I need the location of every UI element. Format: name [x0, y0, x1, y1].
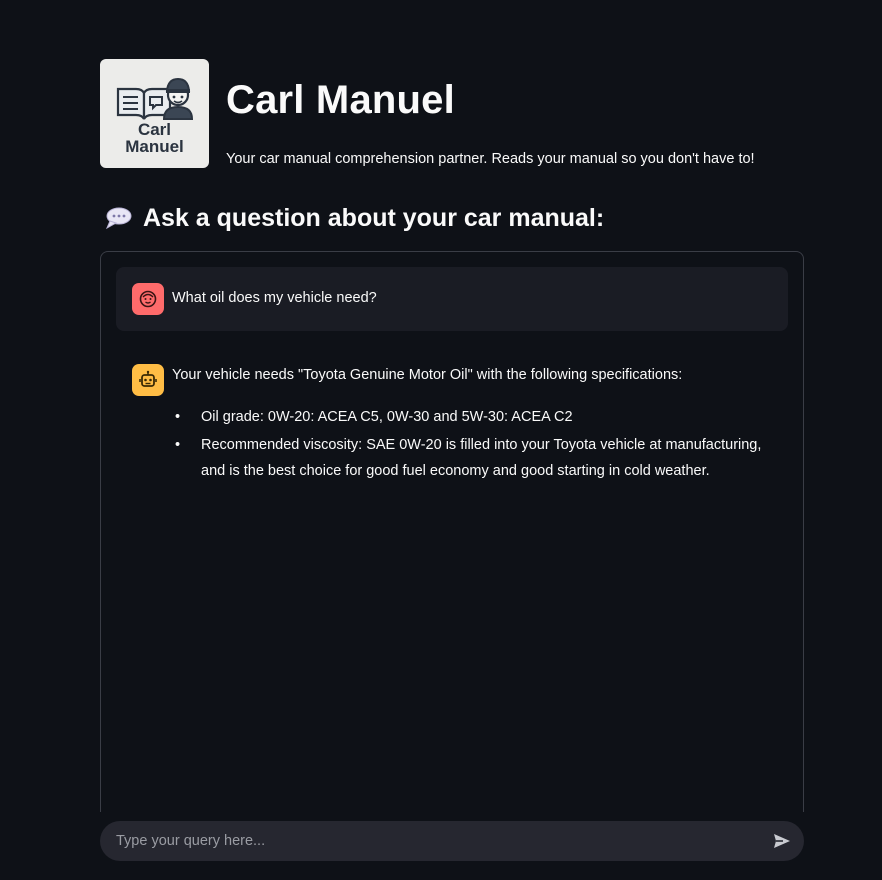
user-avatar: [132, 283, 164, 315]
list-item-text: Recommended viscosity: SAE 0W-20 is fill…: [201, 437, 762, 479]
assistant-avatar: [132, 364, 164, 396]
bullet-icon: •: [175, 437, 181, 453]
bullet-icon: •: [175, 409, 181, 425]
send-arrow-icon: [774, 834, 790, 848]
speech-balloon-icon: [105, 207, 132, 230]
send-button[interactable]: [770, 829, 794, 853]
list-item: • Recommended viscosity: SAE 0W-20 is fi…: [172, 432, 782, 484]
chat-history[interactable]: What oil does my vehicle need? Your vehi…: [100, 251, 804, 812]
robot-icon: [139, 370, 157, 387]
section-heading-text: Ask a question about your car manual:: [143, 203, 605, 232]
section-heading: Ask a question about your car manual:: [104, 202, 604, 234]
list-item: • Oil grade: 0W-20: ACEA C5, 0W-30 and 5…: [172, 404, 782, 430]
user-message-text: What oil does my vehicle need?: [172, 290, 377, 306]
list-item-text: Oil grade: 0W-20: ACEA C5, 0W-30 and 5W-…: [201, 409, 573, 425]
app-title: Carl Manuel: [226, 78, 455, 122]
logo-text-line2: Manuel: [125, 137, 184, 156]
app-page: Carl Manuel Carl Manuel Your car manual …: [0, 0, 882, 880]
chat-input-bar: [100, 821, 804, 861]
logo-illustration-icon: Carl Manuel: [116, 77, 194, 156]
chat-query-input[interactable]: [116, 821, 756, 861]
app-logo: Carl Manuel: [100, 59, 209, 168]
assistant-message-list: • Oil grade: 0W-20: ACEA C5, 0W-30 and 5…: [172, 404, 782, 486]
assistant-message-text: Your vehicle needs "Toyota Genuine Motor…: [172, 367, 683, 383]
smiley-face-icon: [139, 290, 157, 308]
app-subtitle: Your car manual comprehension partner. R…: [226, 151, 755, 167]
user-message: What oil does my vehicle need?: [116, 267, 788, 331]
